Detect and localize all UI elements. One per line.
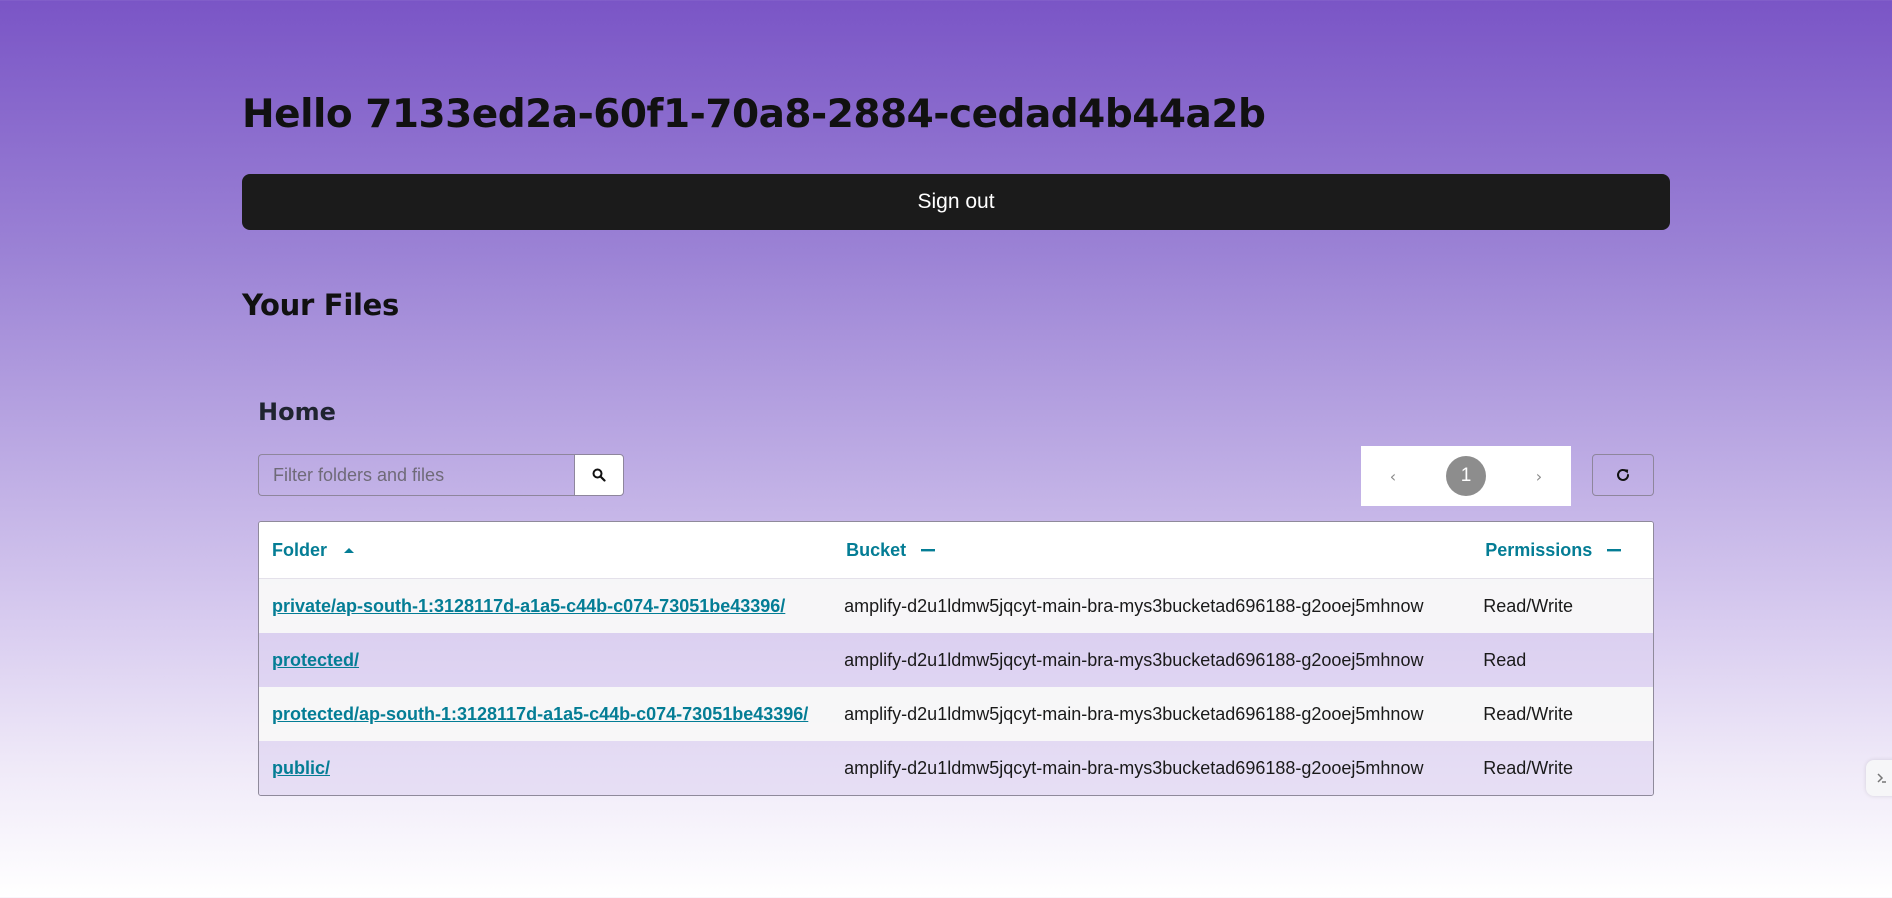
greeting-heading: Hello 7133ed2a-60f1-70a8-2884-cedad4b44a… <box>242 92 1266 137</box>
folders-table: Folder Bucket Permissions private/ap-sou… <box>258 521 1654 796</box>
folder-link[interactable]: protected/ap-south-1:3128117d-a1a5-c44b-… <box>272 704 808 724</box>
permissions-column-sort-button[interactable]: Permissions <box>1485 540 1653 561</box>
next-page-button[interactable]: › <box>1529 467 1549 486</box>
side-panel-toggle[interactable] <box>1866 760 1892 796</box>
folder-column-label: Folder <box>272 539 328 560</box>
bucket-column-sort-button[interactable]: Bucket <box>846 540 1465 561</box>
sort-none-icon <box>920 542 936 558</box>
sort-ascending-icon <box>341 542 357 558</box>
search-icon <box>592 468 606 482</box>
table-header-row: Folder Bucket Permissions <box>259 522 1653 579</box>
previous-page-button[interactable]: ‹ <box>1383 467 1403 486</box>
table-row: protected/ap-south-1:3128117d-a1a5-c44b-… <box>259 687 1653 741</box>
refresh-button[interactable] <box>1592 454 1654 496</box>
permissions-cell: Read/Write <box>1483 757 1573 778</box>
table-row: protected/ amplify-d2u1ldmw5jqcyt-main-b… <box>259 633 1653 687</box>
folder-link[interactable]: private/ap-south-1:3128117d-a1a5-c44b-c0… <box>272 596 785 616</box>
permissions-cell: Read <box>1483 649 1527 670</box>
search-field <box>258 454 624 496</box>
bucket-cell: amplify-d2u1ldmw5jqcyt-main-bra-mys3buck… <box>844 649 1424 670</box>
folder-cell: public/ <box>259 758 844 779</box>
refresh-icon <box>1615 467 1631 483</box>
sort-none-icon <box>1606 542 1622 558</box>
folder-link[interactable]: public/ <box>272 758 330 778</box>
bucket-column-label: Bucket <box>846 539 907 560</box>
permissions-column-header-cell: Permissions <box>1465 540 1653 561</box>
sign-out-button[interactable]: Sign out <box>242 174 1670 230</box>
folder-column-header-cell: Folder <box>259 540 844 561</box>
permissions-column-label: Permissions <box>1485 539 1593 560</box>
filter-input[interactable] <box>258 454 574 496</box>
table-row: public/ amplify-d2u1ldmw5jqcyt-main-bra-… <box>259 741 1653 795</box>
folder-cell: protected/ap-south-1:3128117d-a1a5-c44b-… <box>259 704 844 725</box>
folder-cell: private/ap-south-1:3128117d-a1a5-c44b-c0… <box>259 596 844 617</box>
folder-cell: protected/ <box>259 650 844 671</box>
bucket-cell: amplify-d2u1ldmw5jqcyt-main-bra-mys3buck… <box>844 757 1424 778</box>
location-title: Home <box>258 398 336 426</box>
current-page-button[interactable]: 1 <box>1446 456 1486 496</box>
permissions-cell: Read/Write <box>1483 595 1573 616</box>
permissions-cell: Read/Write <box>1483 703 1573 724</box>
table-row: private/ap-south-1:3128117d-a1a5-c44b-c0… <box>259 579 1653 633</box>
bucket-cell: amplify-d2u1ldmw5jqcyt-main-bra-mys3buck… <box>844 595 1424 616</box>
folder-link[interactable]: protected/ <box>272 650 359 670</box>
pagination: ‹ 1 › <box>1361 446 1571 506</box>
bucket-cell: amplify-d2u1ldmw5jqcyt-main-bra-mys3buck… <box>844 703 1424 724</box>
folder-column-sort-button[interactable]: Folder <box>272 540 844 561</box>
your-files-heading: Your Files <box>242 288 399 322</box>
search-button[interactable] <box>574 454 624 496</box>
chevron-right-icon <box>1875 772 1887 784</box>
bucket-column-header-cell: Bucket <box>844 540 1465 561</box>
